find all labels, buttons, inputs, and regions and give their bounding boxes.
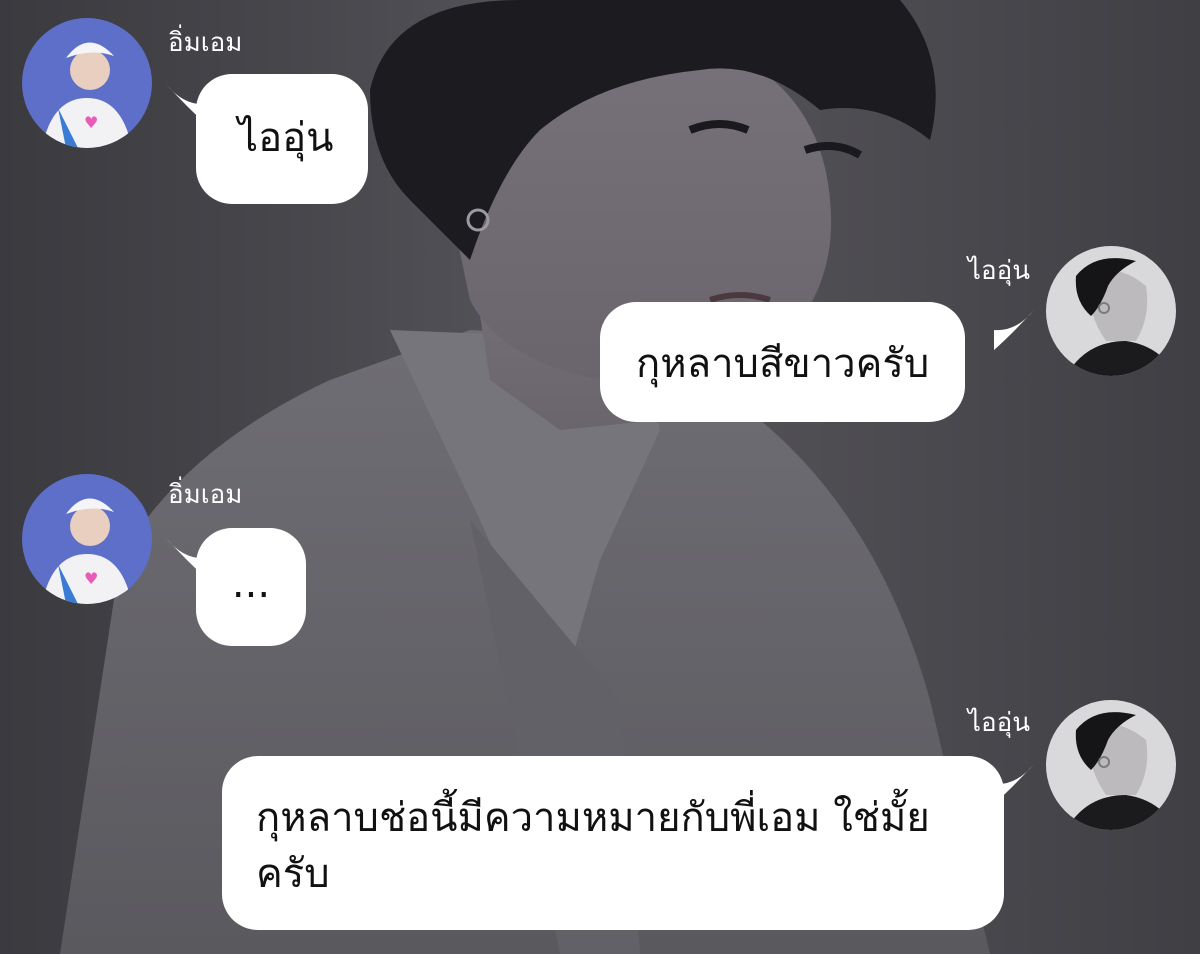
receiver-avatar[interactable] bbox=[1046, 246, 1176, 376]
sender-name: อิ่มเอม bbox=[168, 480, 243, 510]
svg-text:♥: ♥ bbox=[84, 569, 98, 588]
message-text: ... bbox=[231, 561, 271, 607]
sender-avatar[interactable]: ♥ bbox=[22, 18, 152, 148]
receiver-avatar[interactable] bbox=[1046, 700, 1176, 830]
avatar-blue-hat-icon: ♥ bbox=[22, 18, 152, 148]
message-bubble[interactable]: ... bbox=[196, 528, 306, 646]
svg-text:♥: ♥ bbox=[84, 113, 98, 132]
message-text: กุหลาบช่อนี้มีความหมายกับพี่เอม ใช่มั้ยค… bbox=[256, 795, 930, 897]
sender-name: ไออุ่น bbox=[967, 708, 1030, 738]
bubble-tail bbox=[994, 310, 1034, 350]
message-bubble[interactable]: ไออุ่น bbox=[196, 74, 368, 204]
message-bubble[interactable]: กุหลาบสีขาวครับ bbox=[600, 302, 966, 422]
message-text: ไออุ่น bbox=[238, 115, 334, 161]
avatar-dark-profile-icon bbox=[1046, 246, 1176, 376]
message-bubble[interactable]: กุหลาบช่อนี้มีความหมายกับพี่เอม ใช่มั้ยค… bbox=[222, 756, 1004, 930]
avatar-dark-profile-icon bbox=[1046, 700, 1176, 830]
sender-name: ไออุ่น bbox=[967, 256, 1030, 286]
message-text: กุหลาบสีขาวครับ bbox=[636, 341, 930, 387]
avatar-blue-hat-icon: ♥ bbox=[22, 474, 152, 604]
sender-avatar[interactable]: ♥ bbox=[22, 474, 152, 604]
sender-name: อิ่มเอม bbox=[168, 28, 243, 58]
